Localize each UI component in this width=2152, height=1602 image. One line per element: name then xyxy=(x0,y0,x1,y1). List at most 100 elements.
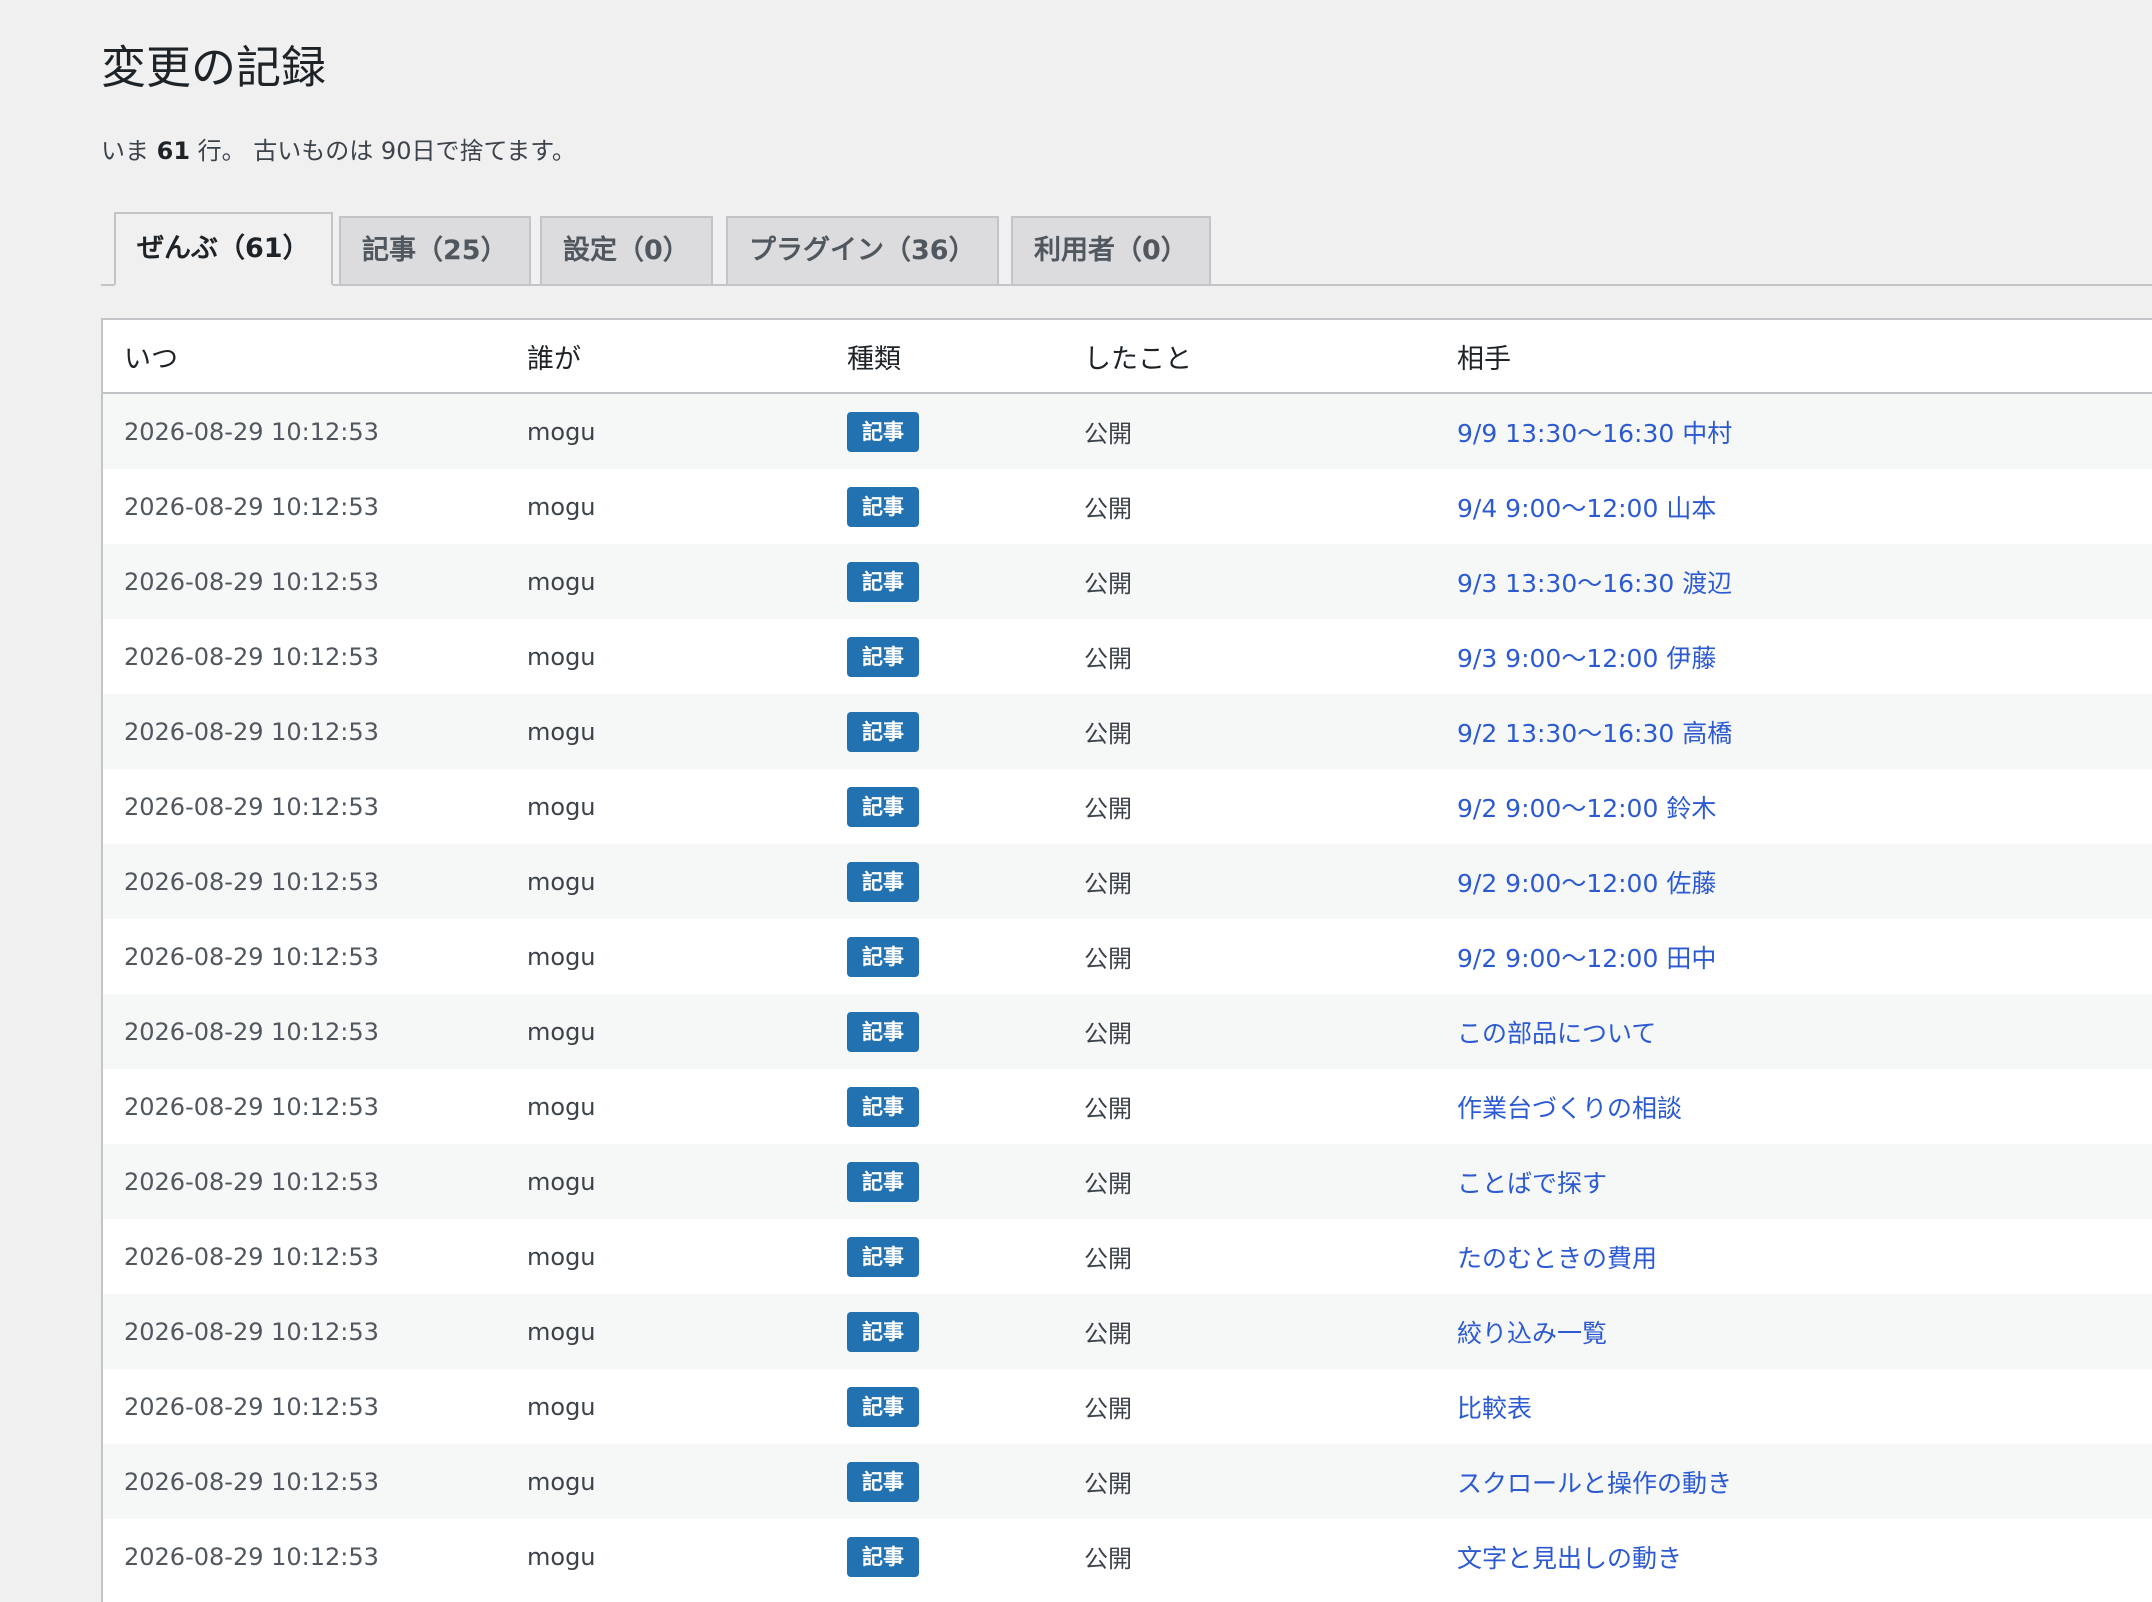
cell-type: 記事 xyxy=(826,393,1063,469)
cell-type: 記事 xyxy=(826,769,1063,844)
cell-target: ことばで探す xyxy=(1436,1144,2152,1219)
table-row: 2026-08-29 10:12:53 mogu 記事 公開 9/9 13:30〜16:… xyxy=(103,393,2152,469)
log-table-container: いつ 誰が 種類 したこと 相手 2026-08-29 10:12:53 mogu… xyxy=(101,318,2152,1602)
table-row: 2026-08-29 10:12:53 mogu 記事 公開 比較表 xyxy=(103,1369,2152,1444)
cell-when: 2026-08-29 10:12:53 xyxy=(103,694,506,769)
table-row: 2026-08-29 10:12:53 mogu 記事 公開 たのむときの費用 xyxy=(103,1219,2152,1294)
tab-all[interactable]: ぜんぶ（61） xyxy=(114,212,333,286)
cell-action: 公開 xyxy=(1063,544,1436,619)
tab-settings[interactable]: 設定（0） xyxy=(540,216,713,286)
log-table: いつ 誰が 種類 したこと 相手 2026-08-29 10:12:53 mogu… xyxy=(103,320,2152,1594)
cell-type: 記事 xyxy=(826,1444,1063,1519)
summary-prefix: いま xyxy=(101,137,157,165)
cell-target: たのむときの費用 xyxy=(1436,1219,2152,1294)
cell-when: 2026-08-29 10:12:53 xyxy=(103,1519,506,1594)
cell-type: 記事 xyxy=(826,469,1063,544)
cell-action: 公開 xyxy=(1063,1369,1436,1444)
table-header-row: いつ 誰が 種類 したこと 相手 xyxy=(103,320,2152,394)
cell-who: mogu xyxy=(506,694,826,769)
cell-when: 2026-08-29 10:12:53 xyxy=(103,1294,506,1369)
table-row: 2026-08-29 10:12:53 mogu 記事 公開 スクロールと操作の動き xyxy=(103,1444,2152,1519)
target-link[interactable]: ことばで探す xyxy=(1457,1169,1607,1198)
target-link[interactable]: 絞り込み一覧 xyxy=(1457,1319,1607,1348)
tab-plugins[interactable]: プラグイン（36） xyxy=(726,216,999,286)
cell-target: 文字と見出しの動き xyxy=(1436,1519,2152,1594)
cell-when: 2026-08-29 10:12:53 xyxy=(103,1069,506,1144)
target-link[interactable]: 9/3 13:30〜16:30 渡辺 xyxy=(1457,569,1732,598)
cell-when: 2026-08-29 10:12:53 xyxy=(103,1219,506,1294)
target-link[interactable]: 9/4 9:00〜12:00 山本 xyxy=(1457,494,1716,523)
column-header-target: 相手 xyxy=(1436,320,2152,394)
table-row: 2026-08-29 10:12:53 mogu 記事 公開 9/2 13:30〜16:… xyxy=(103,694,2152,769)
table-row: 2026-08-29 10:12:53 mogu 記事 公開 ことばで探す xyxy=(103,1144,2152,1219)
cell-who: mogu xyxy=(506,1219,826,1294)
cell-who: mogu xyxy=(506,1519,826,1594)
type-badge: 記事 xyxy=(847,1011,919,1052)
cell-type: 記事 xyxy=(826,1144,1063,1219)
type-badge: 記事 xyxy=(847,936,919,977)
cell-action: 公開 xyxy=(1063,919,1436,994)
cell-type: 記事 xyxy=(826,919,1063,994)
column-header-action: したこと xyxy=(1063,320,1436,394)
cell-target: 比較表 xyxy=(1436,1369,2152,1444)
cell-type: 記事 xyxy=(826,619,1063,694)
table-row: 2026-08-29 10:12:53 mogu 記事 公開 9/2 9:00〜12:0… xyxy=(103,769,2152,844)
target-link[interactable]: 9/9 13:30〜16:30 中村 xyxy=(1457,419,1732,448)
row-count: 61 xyxy=(156,137,191,165)
target-link[interactable]: たのむときの費用 xyxy=(1457,1244,1657,1273)
table-row: 2026-08-29 10:12:53 mogu 記事 公開 この部品について xyxy=(103,994,2152,1069)
cell-action: 公開 xyxy=(1063,844,1436,919)
cell-target: 9/2 9:00〜12:00 田中 xyxy=(1436,919,2152,994)
target-link[interactable]: 比較表 xyxy=(1457,1394,1532,1423)
cell-action: 公開 xyxy=(1063,1144,1436,1219)
cell-action: 公開 xyxy=(1063,1294,1436,1369)
target-link[interactable]: スクロールと操作の動き xyxy=(1457,1469,1732,1498)
type-badge: 記事 xyxy=(847,636,919,677)
target-link[interactable]: 作業台づくりの相談 xyxy=(1457,1094,1682,1123)
table-row: 2026-08-29 10:12:53 mogu 記事 公開 9/4 9:00〜12:0… xyxy=(103,469,2152,544)
target-link[interactable]: 9/2 13:30〜16:30 高橋 xyxy=(1457,719,1732,748)
target-link[interactable]: 9/3 9:00〜12:00 伊藤 xyxy=(1457,644,1716,673)
column-header-type: 種類 xyxy=(826,320,1063,394)
cell-when: 2026-08-29 10:12:53 xyxy=(103,994,506,1069)
table-row: 2026-08-29 10:12:53 mogu 記事 公開 作業台づくりの相談 xyxy=(103,1069,2152,1144)
cell-who: mogu xyxy=(506,769,826,844)
cell-target: 9/9 13:30〜16:30 中村 xyxy=(1436,393,2152,469)
target-link[interactable]: 文字と見出しの動き xyxy=(1457,1544,1682,1573)
cell-who: mogu xyxy=(506,469,826,544)
cell-type: 記事 xyxy=(826,1519,1063,1594)
cell-action: 公開 xyxy=(1063,1444,1436,1519)
cell-when: 2026-08-29 10:12:53 xyxy=(103,544,506,619)
table-row: 2026-08-29 10:12:53 mogu 記事 公開 9/2 9:00〜12:0… xyxy=(103,919,2152,994)
cell-action: 公開 xyxy=(1063,1519,1436,1594)
tab-posts[interactable]: 記事（25） xyxy=(339,216,531,286)
type-badge: 記事 xyxy=(847,486,919,527)
cell-action: 公開 xyxy=(1063,994,1436,1069)
cell-target: 9/3 13:30〜16:30 渡辺 xyxy=(1436,544,2152,619)
cell-target: スクロールと操作の動き xyxy=(1436,1444,2152,1519)
tab-users[interactable]: 利用者（0） xyxy=(1011,216,1211,286)
target-link[interactable]: 9/2 9:00〜12:00 田中 xyxy=(1457,944,1716,973)
cell-target: 9/3 9:00〜12:00 伊藤 xyxy=(1436,619,2152,694)
type-badge: 記事 xyxy=(847,1161,919,1202)
summary-suffix: 行。 古いものは 90日で捨てます。 xyxy=(190,137,576,165)
type-badge: 記事 xyxy=(847,786,919,827)
log-table-body: 2026-08-29 10:12:53 mogu 記事 公開 9/9 13:30〜16:… xyxy=(103,393,2152,1594)
cell-target: 作業台づくりの相談 xyxy=(1436,1069,2152,1144)
target-link[interactable]: 9/2 9:00〜12:00 佐藤 xyxy=(1457,869,1716,898)
cell-who: mogu xyxy=(506,1369,826,1444)
cell-target: 9/4 9:00〜12:00 山本 xyxy=(1436,469,2152,544)
target-link[interactable]: この部品について xyxy=(1457,1019,1656,1048)
cell-when: 2026-08-29 10:12:53 xyxy=(103,393,506,469)
table-row: 2026-08-29 10:12:53 mogu 記事 公開 9/3 9:00〜12:0… xyxy=(103,619,2152,694)
target-link[interactable]: 9/2 9:00〜12:00 鈴木 xyxy=(1457,794,1716,823)
cell-type: 記事 xyxy=(826,1369,1063,1444)
cell-who: mogu xyxy=(506,544,826,619)
cell-when: 2026-08-29 10:12:53 xyxy=(103,1444,506,1519)
cell-type: 記事 xyxy=(826,844,1063,919)
column-header-when: いつ xyxy=(103,320,506,394)
cell-target: 9/2 9:00〜12:00 佐藤 xyxy=(1436,844,2152,919)
cell-type: 記事 xyxy=(826,1219,1063,1294)
type-badge: 記事 xyxy=(847,1236,919,1277)
type-badge: 記事 xyxy=(847,561,919,602)
